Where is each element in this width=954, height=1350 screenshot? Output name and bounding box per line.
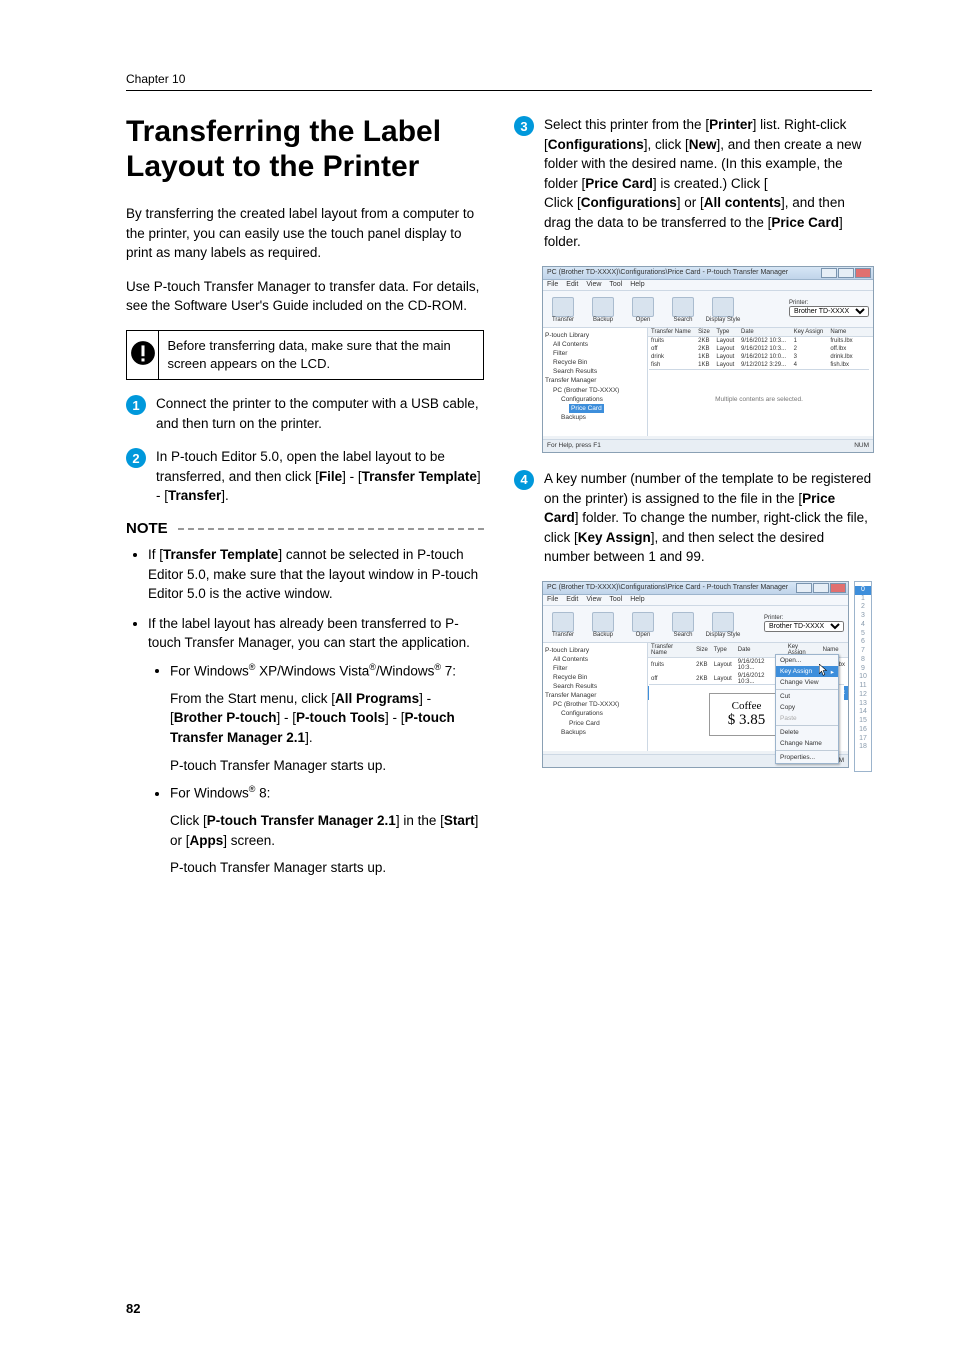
status-bar: For Help, press F1 NUM	[543, 439, 873, 452]
chapter-label: Chapter 10	[126, 72, 872, 86]
tree-pane[interactable]: P-touch Library All Contents Filter Recy…	[543, 643, 648, 751]
menu-bar[interactable]: FileEditViewToolHelp	[543, 280, 873, 291]
note-item-1: If [Transfer Template] cannot be selecte…	[148, 545, 484, 604]
step-2-text: In P-touch Editor 5.0, open the label la…	[156, 447, 484, 506]
step-number-icon: 3	[514, 116, 534, 136]
step-number-icon: 4	[514, 470, 534, 490]
transfer-button[interactable]: Transfer	[543, 295, 583, 323]
preview-pane: Multiple contents are selected.	[649, 369, 869, 430]
step-2: 2 In P-touch Editor 5.0, open the label …	[126, 447, 484, 506]
warning-box: Before transferring data, make sure that…	[126, 330, 484, 380]
search-button[interactable]: Search	[663, 295, 703, 323]
window-title: PC (Brother TD-XXXX)\Configurations\Pric…	[547, 269, 788, 276]
screenshot-transfer-manager-1: PC (Brother TD-XXXX)\Configurations\Pric…	[542, 266, 874, 453]
context-menu[interactable]: Open... Key Assign ▸ Change View Cut Cop…	[775, 654, 839, 764]
window-buttons[interactable]	[821, 268, 873, 278]
search-button[interactable]: Search	[663, 610, 703, 638]
important-icon	[130, 340, 156, 371]
window-buttons[interactable]	[796, 583, 848, 593]
backup-button[interactable]: Backup	[583, 610, 623, 638]
key-assign-submenu[interactable]: 0 123456789101112131415161718	[854, 581, 872, 772]
toolbar: Transfer Backup Open Search Display Styl…	[543, 291, 873, 328]
open-button[interactable]: Open	[623, 610, 663, 638]
step-number-icon: 2	[126, 448, 146, 468]
printer-selector[interactable]: Printer: Brother TD-XXXX	[785, 298, 873, 319]
step-3-text: Select this printer from the [Printer] l…	[544, 115, 872, 252]
tree-pane[interactable]: P-touch Library All Contents Filter Recy…	[543, 328, 648, 436]
step-4-text: A key number (number of the template to …	[544, 469, 872, 567]
printer-selector[interactable]: Printer: Brother TD-XXXX	[760, 613, 848, 634]
intro-p2: Use P-touch Transfer Manager to transfer…	[126, 277, 484, 316]
step-4: 4 A key number (number of the template t…	[514, 469, 872, 567]
step-3: 3 Select this printer from the [Printer]…	[514, 115, 872, 252]
display-style-button[interactable]: Display Style	[703, 610, 743, 638]
open-button[interactable]: Open	[623, 295, 663, 323]
header-rule	[126, 90, 872, 91]
transfer-button[interactable]: Transfer	[543, 610, 583, 638]
cursor-icon	[819, 664, 829, 677]
screenshot-transfer-manager-2: PC (Brother TD-XXXX)\Configurations\Pric…	[542, 581, 872, 771]
note-item-2a: For Windows® XP/Windows Vista®/Windows® …	[170, 661, 484, 775]
step-number-icon: 1	[126, 395, 146, 415]
menu-bar[interactable]: FileEditViewToolHelp	[543, 595, 848, 606]
step-1: 1 Connect the printer to the computer wi…	[126, 394, 484, 433]
step-1-text: Connect the printer to the computer with…	[156, 394, 484, 433]
backup-button[interactable]: Backup	[583, 295, 623, 323]
page-title: Transferring the Label Layout to the Pri…	[126, 115, 484, 184]
note-item-2b: For Windows® 8: Click [P-touch Transfer …	[170, 783, 484, 878]
display-style-button[interactable]: Display Style	[703, 295, 743, 323]
toolbar: Transfer Backup Open Search Display Styl…	[543, 606, 848, 643]
window-title: PC (Brother TD-XXXX)\Configurations\Pric…	[547, 584, 788, 591]
warning-text: Before transferring data, make sure that…	[159, 331, 483, 379]
note-heading: NOTE	[126, 520, 484, 537]
intro-p1: By transferring the created label layout…	[126, 204, 484, 263]
page-number: 82	[126, 1301, 140, 1316]
note-item-2: If the label layout has already been tra…	[148, 614, 484, 878]
